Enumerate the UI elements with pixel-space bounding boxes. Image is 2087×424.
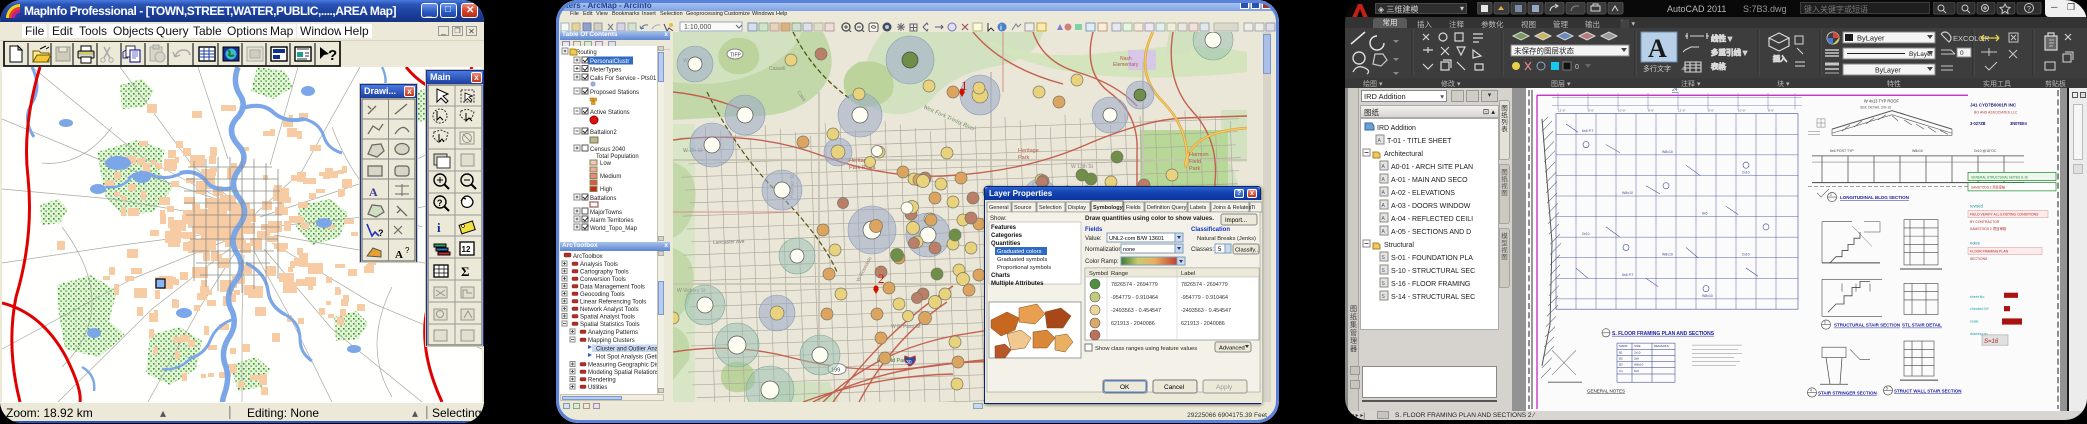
svg-text:S-14 - STRUCTURAL SEC: S-14 - STRUCTURAL SEC — [1391, 294, 1475, 301]
svg-text:W8x10: W8x10 — [1662, 150, 1673, 154]
svg-text:8'-6": 8'-6" — [1648, 109, 1654, 113]
svg-text:W8x10: W8x10 — [1622, 191, 1633, 195]
svg-text:2x8: 2x8 — [1634, 357, 1639, 361]
svg-text:4: 4 — [1810, 388, 1812, 392]
svg-text:2x10 @16"OC: 2x10 @16"OC — [1974, 149, 1997, 153]
svg-text:6x6 P.T: 6x6 P.T — [1622, 273, 1634, 277]
svg-text:1: 1 — [1830, 193, 1832, 197]
svg-text:STRUCTURAL STAIR SECTION: STRUCTURAL STAIR SECTION — [1834, 323, 1900, 328]
svg-text:revised: revised — [1970, 203, 1983, 208]
svg-text:Structural: Structural — [1384, 242, 1414, 249]
svg-text:S-16 - FLOOR FRAMING: S-16 - FLOOR FRAMING — [1391, 281, 1470, 288]
svg-text:S=16: S=16 — [1984, 338, 1999, 345]
svg-text:6x6 P.T: 6x6 P.T — [1582, 129, 1594, 133]
svg-text:8'-6": 8'-6" — [1708, 109, 1714, 113]
svg-text:2: 2 — [1824, 321, 1826, 325]
svg-text:表格: 表格 — [1711, 61, 1727, 71]
svg-text:S. FLOOR FRAMING PLAN AND SECT: S. FLOOR FRAMING PLAN AND SECTIONS — [1612, 331, 1715, 337]
svg-text:SECTIONS: SECTIONS — [1970, 257, 1988, 261]
svg-text:?: ? — [378, 228, 384, 238]
svg-text:A: A — [395, 249, 403, 261]
svg-text:FLOOR FRAMING PLAN: FLOOR FRAMING PLAN — [1970, 250, 2009, 254]
svg-text:B3: B3 — [1619, 363, 1623, 367]
svg-text:ByLayer: ByLayer — [1875, 68, 1901, 75]
svg-text:i: i — [437, 220, 441, 235]
svg-text:SAMSTODS 2 项目审核: SAMSTODS 2 项目审核 — [1970, 226, 2007, 231]
svg-text:A-05 - SECTIONS AND D: A-05 - SECTIONS AND D — [1391, 229, 1471, 236]
svg-text:sheet No: sheet No — [1970, 295, 1984, 299]
svg-text:B1: B1 — [1619, 350, 1623, 354]
svg-text:多重引线 ▾: 多重引线 ▾ — [1711, 47, 1747, 57]
svg-text:6x6: 6x6 — [1634, 369, 1639, 373]
svg-text:BY CONTRACTOR: BY CONTRACTOR — [1970, 220, 2000, 224]
svg-text:S-01 - FOUNDATION PLA: S-01 - FOUNDATION PLA — [1391, 255, 1473, 262]
svg-text:3N07EEv: 3N07EEv — [2010, 121, 2028, 126]
svg-text:5: 5 — [1886, 386, 1888, 390]
svg-text:3-027ZB: 3-027ZB — [1970, 121, 1986, 126]
svg-text:W 4x13 TYP ROOF: W 4x13 TYP ROOF — [1864, 98, 1899, 103]
svg-text:0: 0 — [1575, 64, 1579, 71]
svg-text:T-01 - TITLE SHEET: T-01 - TITLE SHEET — [1387, 138, 1452, 145]
svg-text:SAMSTODS 2 项目审核: SAMSTODS 2 项目审核 — [1971, 184, 2006, 189]
svg-text:10'-0": 10'-0" — [1618, 109, 1626, 113]
svg-text:?: ? — [2027, 6, 2031, 13]
svg-text:插入: 插入 — [1773, 54, 1787, 63]
svg-text:A: A — [369, 185, 378, 199]
svg-text:10'-0": 10'-0" — [1738, 109, 1746, 113]
svg-text:未保存的图层状态: 未保存的图层状态 — [1514, 46, 1574, 56]
svg-text:SIZE: SIZE — [1634, 344, 1641, 348]
svg-text:A0-01 - ARCH SITE PLAN: A0-01 - ARCH SITE PLAN — [1391, 164, 1473, 171]
svg-text:6x6: 6x6 — [1702, 211, 1708, 215]
svg-text:C1: C1 — [1619, 369, 1623, 373]
svg-text:notes: notes — [1970, 240, 1980, 245]
svg-text:BO AND ASSOCIATES LLC: BO AND ASSOCIATES LLC — [1974, 111, 2018, 115]
svg-text:STAIR STRINGER SECTION: STAIR STRINGER SECTION — [1818, 390, 1877, 395]
svg-text:STRUCT WALL STAIR SECTION: STRUCT WALL STAIR SECTION — [1894, 388, 1962, 393]
svg-text:REMARKS: REMARKS — [1654, 344, 1669, 348]
svg-text:0: 0 — [1960, 50, 1964, 57]
svg-text:8'-6": 8'-6" — [1588, 109, 1594, 113]
svg-text:多行文字: 多行文字 — [1643, 64, 1671, 73]
svg-text:A-04 - REFLECTED CEILI: A-04 - REFLECTED CEILI — [1391, 216, 1473, 223]
svg-text:12'-0": 12'-0" — [1558, 109, 1566, 113]
svg-text:A: A — [1648, 34, 1667, 63]
svg-text:12'-0": 12'-0" — [1678, 109, 1686, 113]
svg-text:GENERAL STRUCTURAL NOTES S-16: GENERAL STRUCTURAL NOTES S-16 — [1971, 175, 2028, 179]
svg-text:ByLayer: ByLayer — [1857, 34, 1885, 43]
svg-text:Architectural: Architectural — [1384, 151, 1423, 158]
svg-text:6x6 POST TYP: 6x6 POST TYP — [1830, 149, 1854, 153]
svg-text:?: ? — [405, 246, 410, 255]
svg-text:2x10: 2x10 — [1742, 170, 1750, 174]
svg-text:A-01 - MAIN AND SECO: A-01 - MAIN AND SECO — [1391, 177, 1468, 184]
svg-text:A-03 - DOORS WINDOW: A-03 - DOORS WINDOW — [1391, 203, 1471, 210]
svg-text:B2: B2 — [1619, 357, 1623, 361]
svg-text:J41 CYD7B0001R INC: J41 CYD7B0001R INC — [1970, 102, 2017, 107]
svg-text:MARK: MARK — [1619, 344, 1628, 348]
svg-text:2x10: 2x10 — [1742, 253, 1750, 257]
svg-text:线性 ▾: 线性 ▾ — [1711, 33, 1732, 43]
svg-text:S-10 - STRUCTURAL SEC: S-10 - STRUCTURAL SEC — [1391, 268, 1475, 275]
svg-text:W8x10: W8x10 — [1634, 363, 1644, 367]
svg-text:?: ? — [328, 47, 337, 64]
svg-text:?: ? — [437, 198, 443, 208]
svg-text:2x10: 2x10 — [1582, 232, 1590, 236]
svg-text:W8x10: W8x10 — [1662, 253, 1673, 257]
svg-text:Σ: Σ — [461, 264, 470, 279]
svg-text:scale: scale — [1970, 319, 1978, 323]
svg-text:24': 24' — [1672, 88, 1679, 93]
svg-text:8'-6": 8'-6" — [1768, 109, 1774, 113]
svg-text:2x10: 2x10 — [1634, 350, 1641, 354]
svg-text:GENERAL NOTES: GENERAL NOTES — [1587, 388, 1625, 393]
svg-text:checked BY: checked BY — [1970, 307, 1990, 311]
svg-text:W8x10: W8x10 — [1702, 294, 1713, 298]
svg-text:SEE DETAIL 3/S-16: SEE DETAIL 3/S-16 — [1860, 106, 1891, 110]
svg-text:W8x10: W8x10 — [1912, 149, 1923, 153]
svg-text:FIELD VERIFY ALL EXISTING COND: FIELD VERIFY ALL EXISTING CONDITIONS — [1970, 213, 2039, 217]
svg-text:STL STAIR DETAIL: STL STAIR DETAIL — [1902, 323, 1942, 328]
svg-text:12: 12 — [462, 245, 471, 254]
svg-text:LONGITUDINAL BLDG SECTION: LONGITUDINAL BLDG SECTION — [1840, 195, 1909, 200]
svg-text:IRD Addition: IRD Addition — [1377, 125, 1416, 132]
svg-text:A-02 - ELEVATIONS: A-02 - ELEVATIONS — [1391, 190, 1455, 197]
